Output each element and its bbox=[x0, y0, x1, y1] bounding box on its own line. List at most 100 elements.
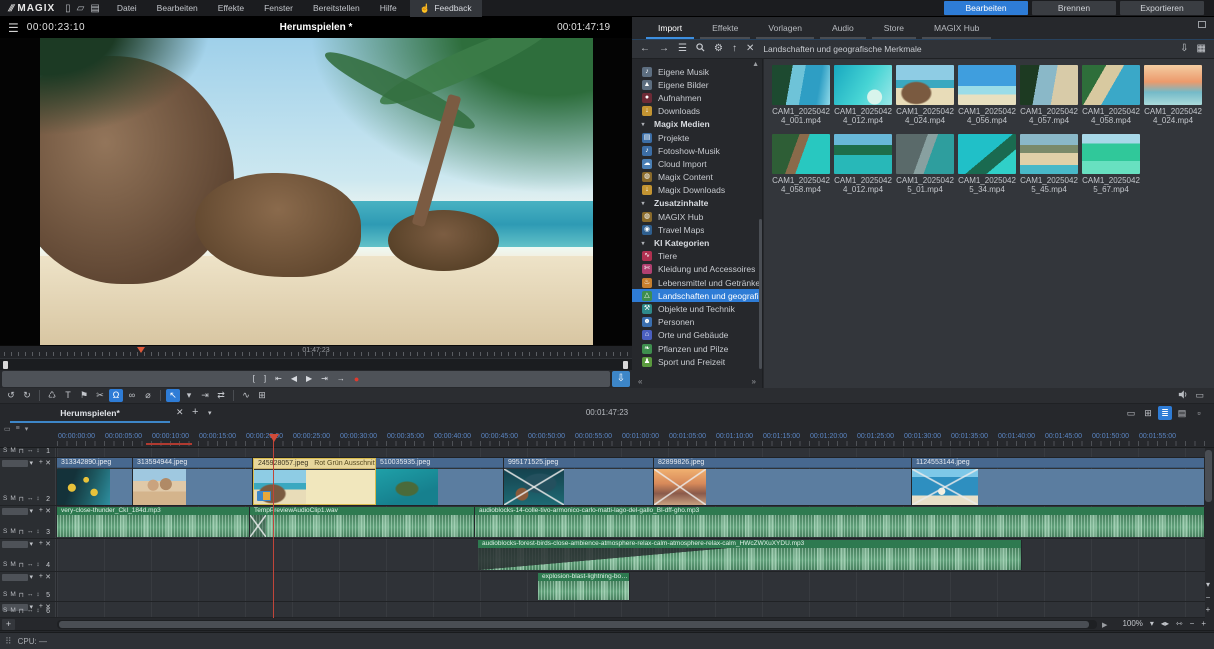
video-thumbnail[interactable] bbox=[772, 134, 830, 174]
track-solo-button[interactable]: S bbox=[3, 447, 7, 455]
tab-import[interactable]: Import bbox=[646, 20, 694, 39]
media-file[interactable]: CAM1_20250424_057.mp4 bbox=[1018, 65, 1080, 125]
video-thumbnail[interactable] bbox=[958, 65, 1016, 105]
clip-body[interactable] bbox=[133, 469, 252, 505]
track-add-icon[interactable]: + bbox=[39, 573, 43, 580]
track-menu-icon[interactable]: ▾ bbox=[29, 573, 33, 581]
undock-panel-icon[interactable] bbox=[1198, 21, 1206, 28]
back-icon[interactable]: ← bbox=[640, 44, 650, 54]
video-thumbnail[interactable] bbox=[1020, 65, 1078, 105]
menu-item-bearbeiten[interactable]: Bearbeiten bbox=[148, 1, 207, 15]
range-end-button[interactable]: ] bbox=[264, 375, 266, 383]
clip-body[interactable] bbox=[376, 469, 503, 505]
multicam-view-icon[interactable]: ▤ bbox=[1175, 406, 1189, 420]
media-file[interactable]: CAM1_20250424_001.mp4 bbox=[770, 65, 832, 125]
track-lane-3[interactable]: very-close-thunder_CkI_184d.mp3TempPrevi… bbox=[57, 506, 1205, 538]
forward-icon[interactable]: → bbox=[659, 44, 669, 54]
video-clip[interactable]: 82899826.jpeg bbox=[654, 458, 912, 505]
track-menu-icon[interactable]: ▾ bbox=[29, 459, 33, 467]
swap-mode-icon[interactable]: ⇄ bbox=[214, 389, 228, 402]
media-file[interactable]: CAM1_20250424_012.mp4 bbox=[832, 134, 894, 194]
audio-clip[interactable]: audioblocks-forest-birds-close-ambience-… bbox=[478, 540, 1022, 570]
monitor-toggle-icon[interactable]: ▭ bbox=[1195, 390, 1204, 401]
clip-title-bar[interactable]: 313342890.jpeg bbox=[57, 458, 132, 468]
open-project-icon[interactable]: ▱ bbox=[77, 3, 85, 14]
horizontal-scrollbar-thumb[interactable] bbox=[59, 621, 1089, 628]
track-mute-button[interactable]: M bbox=[10, 495, 15, 503]
clip-title-bar[interactable]: 510035935.jpeg bbox=[376, 458, 503, 468]
title-text-icon[interactable]: T bbox=[61, 389, 75, 402]
menu-item-hilfe[interactable]: Hilfe bbox=[371, 1, 406, 15]
object-content-mode-icon[interactable]: ⊞ bbox=[255, 389, 269, 402]
track-solo-button[interactable]: S bbox=[3, 495, 7, 503]
track-close-icon[interactable]: ✕ bbox=[45, 507, 51, 515]
single-object-mode-icon[interactable]: ⇥ bbox=[198, 389, 212, 402]
menu-item-datei[interactable]: Datei bbox=[108, 1, 146, 15]
track-mute-button[interactable]: M bbox=[10, 561, 15, 569]
sidebar-item-fotoshow-musik[interactable]: ♪Fotoshow-Musik bbox=[632, 144, 762, 157]
snap-magnet-icon[interactable]: Ω bbox=[109, 389, 123, 402]
sidebar-item-magix-content[interactable]: ◍Magix Content bbox=[632, 171, 762, 184]
sidebar-scroll-up-icon[interactable]: ▲ bbox=[752, 61, 759, 68]
track-add-icon[interactable]: + bbox=[39, 540, 43, 547]
zoom-in-icon[interactable]: + bbox=[1201, 619, 1206, 628]
panel-toggle-icon[interactable]: ▫ bbox=[1192, 406, 1206, 420]
track-vresize-icon[interactable]: ↕ bbox=[36, 528, 39, 536]
video-thumbnail[interactable] bbox=[772, 65, 830, 105]
fit-project-icon[interactable]: ⇿ bbox=[1176, 619, 1183, 628]
add-project-tab-icon[interactable]: + bbox=[192, 406, 198, 418]
video-clip[interactable]: 313594944.jpeg bbox=[133, 458, 253, 505]
sidebar-scrollbar[interactable] bbox=[759, 219, 762, 369]
clip-body[interactable] bbox=[912, 469, 1204, 505]
track-mute-button[interactable]: M bbox=[10, 528, 15, 536]
track-lock-button[interactable]: ⊓ bbox=[19, 447, 24, 455]
track-solo-button[interactable]: S bbox=[3, 561, 7, 569]
timeline-ruler[interactable]: ▭ ≡ ▾ 00:00:00:0000:00:05:0000:00:10:000… bbox=[0, 424, 1214, 448]
import-file-icon[interactable]: ⇩ bbox=[1180, 44, 1188, 54]
delete-icon[interactable]: ♺ bbox=[45, 389, 59, 402]
track-add-icon[interactable]: + bbox=[39, 507, 43, 514]
sidebar-item-tiere[interactable]: ∿Tiere bbox=[632, 250, 762, 263]
track-close-icon[interactable]: ✕ bbox=[45, 540, 51, 548]
sidebar-group-zusatzinhalte[interactable]: ▾Zusatzinhalte bbox=[632, 197, 762, 210]
curve-mode-icon[interactable]: ∿ bbox=[239, 389, 253, 402]
timeline-view-icon[interactable]: ≣ bbox=[1158, 406, 1172, 420]
tab-vorlagen[interactable]: Vorlagen bbox=[756, 20, 814, 39]
video-thumbnail[interactable] bbox=[1082, 134, 1140, 174]
track-mute-button[interactable]: M bbox=[10, 607, 15, 615]
sidebar-item-personen[interactable]: ☻Personen bbox=[632, 316, 762, 329]
play-button[interactable]: ▶ bbox=[306, 375, 312, 383]
preview-monitor-view-icon[interactable]: ▭ bbox=[1124, 406, 1138, 420]
audio-clip[interactable]: audioblocks-14-colle-tivo-armonico-carlo… bbox=[475, 507, 1205, 537]
track-menu-icon[interactable]: ▾ bbox=[29, 507, 33, 515]
track-lock-button[interactable]: ⊓ bbox=[19, 495, 24, 503]
sidebar-item-kleidung-und-accessoires[interactable]: ✄Kleidung und Accessoires bbox=[632, 263, 762, 276]
hamburger-menu-icon[interactable]: ☰ bbox=[0, 21, 27, 35]
media-file[interactable]: CAM1_20250424_024.mp4 bbox=[894, 65, 956, 125]
mouse-mode-menu-icon[interactable]: ▾ bbox=[182, 389, 196, 402]
audio-mute-icon[interactable] bbox=[1178, 390, 1188, 401]
track-add-icon[interactable]: + bbox=[39, 459, 43, 466]
sidebar-item-aufnahmen[interactable]: ●Aufnahmen bbox=[632, 91, 762, 104]
playhead-handle[interactable] bbox=[269, 434, 279, 442]
track-hresize-icon[interactable]: ↔ bbox=[27, 591, 34, 599]
track-menu-icon[interactable]: ▾ bbox=[29, 540, 33, 548]
video-thumbnail[interactable] bbox=[896, 65, 954, 105]
tab-magix-hub[interactable]: MAGIX Hub bbox=[922, 20, 991, 39]
sidebar-group-magix-medien[interactable]: ▾Magix Medien bbox=[632, 118, 762, 131]
clip-title-bar[interactable]: 82899826.jpeg bbox=[654, 458, 911, 468]
add-track-button[interactable]: + bbox=[2, 619, 15, 630]
tab-effekte[interactable]: Effekte bbox=[700, 20, 750, 39]
track-lock-button[interactable]: ⊓ bbox=[19, 528, 24, 536]
clip-title-bar[interactable]: 313594944.jpeg bbox=[133, 458, 252, 468]
media-file[interactable]: CAM1_20250425_01.mp4 bbox=[894, 134, 956, 194]
audio-clip[interactable]: TempPreviewAudioClip1.wav bbox=[250, 507, 475, 537]
zoom-level-menu-icon[interactable]: ▾ bbox=[1150, 619, 1154, 628]
video-preview-monitor[interactable] bbox=[0, 38, 632, 345]
sidebar-item-pflanzen-und-pilze[interactable]: ❧Pflanzen und Pilze bbox=[632, 342, 762, 355]
mode-button-brennen[interactable]: Brennen bbox=[1032, 1, 1116, 15]
track-lane-5[interactable]: explosion-blast-lightning-bolt... bbox=[57, 572, 1205, 601]
video-clip[interactable]: 1124553144.jpeg bbox=[912, 458, 1205, 505]
folder-tree-icon[interactable]: ☰ bbox=[678, 44, 687, 54]
media-file[interactable]: CAM1_20250425_45.mp4 bbox=[1018, 134, 1080, 194]
